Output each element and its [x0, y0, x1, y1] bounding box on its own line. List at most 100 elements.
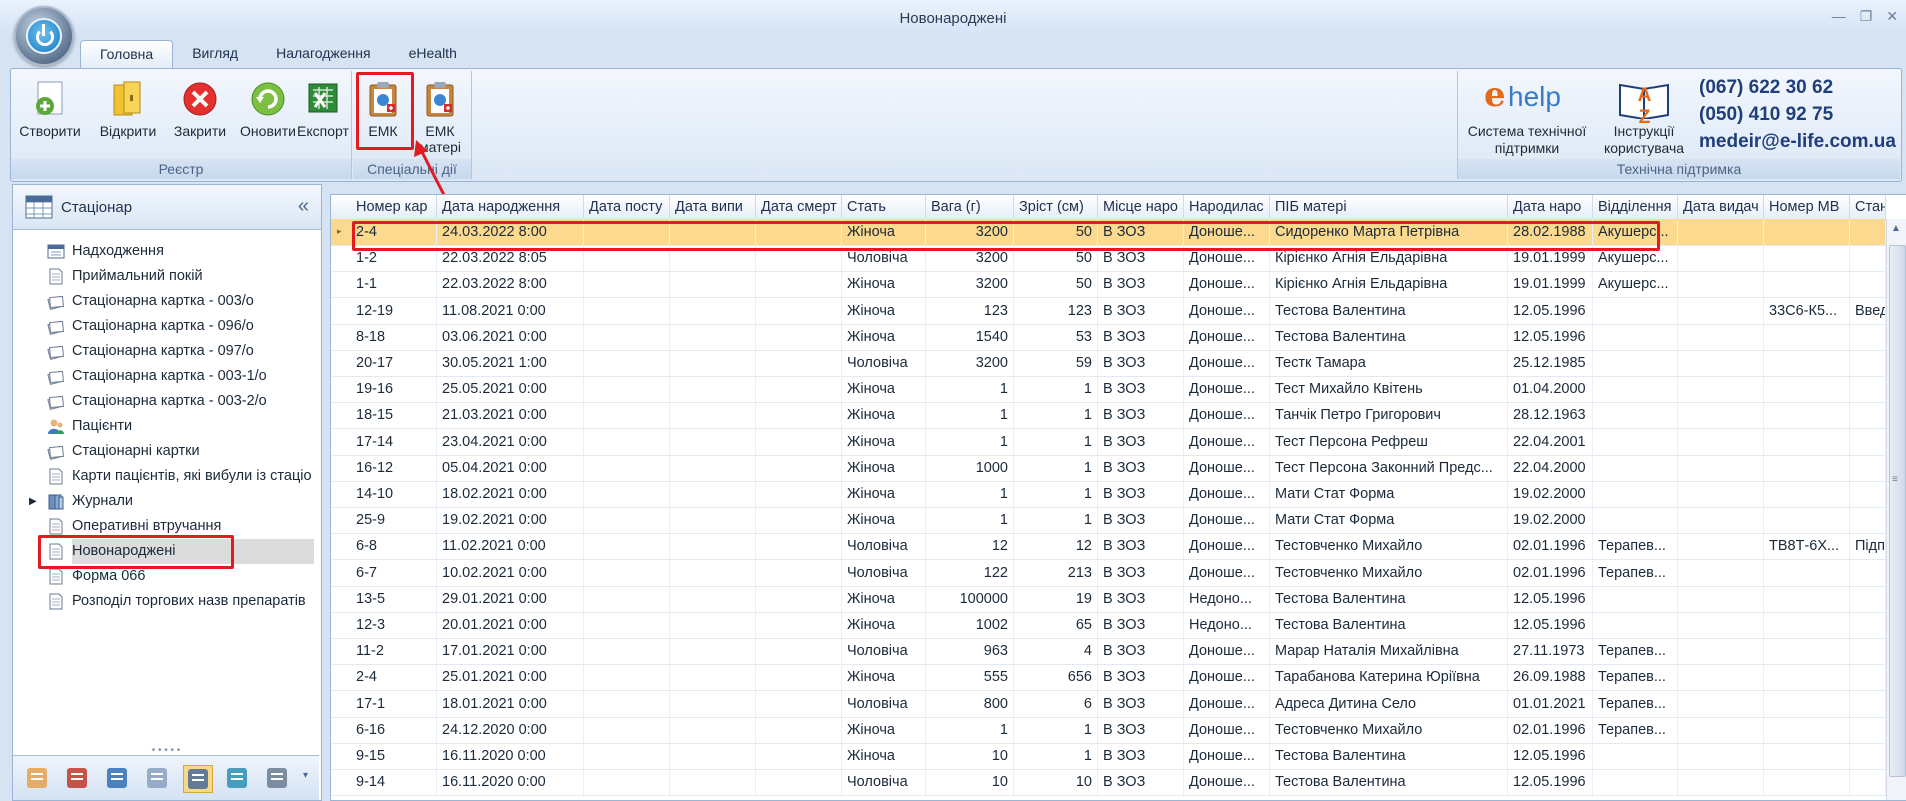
table-cell[interactable]: 123 [926, 297, 1014, 324]
table-cell[interactable] [1593, 376, 1678, 403]
column-header-13[interactable]: Дата видач [1678, 195, 1764, 219]
table-cell[interactable]: 6-7 [351, 559, 437, 586]
table-cell[interactable] [1850, 481, 1886, 507]
table-cell[interactable] [1764, 507, 1850, 534]
table-cell[interactable]: 19.02.2000 [1508, 507, 1593, 534]
table-cell[interactable]: Акушерс... [1593, 271, 1678, 298]
table-cell[interactable]: 50 [1014, 271, 1098, 298]
house-icon[interactable] [263, 765, 291, 791]
table-cell[interactable]: Тест Персона Законний Предс... [1270, 454, 1508, 481]
nav-item-7[interactable]: Пацієнти [13, 414, 319, 439]
table-cell[interactable]: 1002 [926, 612, 1014, 638]
table-cell[interactable]: 1 [926, 402, 1014, 429]
table-cell[interactable]: Жіноча [842, 612, 926, 638]
table-cell[interactable]: Доноше... [1184, 428, 1270, 455]
table-cell[interactable]: 12.05.1996 [1508, 612, 1593, 638]
table-cell[interactable]: 18-15 [351, 402, 437, 429]
table-cell[interactable] [1764, 376, 1850, 403]
table-cell[interactable]: Тестова Валентина [1270, 323, 1508, 350]
table-cell[interactable] [1593, 507, 1678, 534]
table-cell[interactable] [670, 612, 756, 638]
table-cell[interactable]: В ЗОЗ [1098, 769, 1184, 796]
table-cell[interactable]: 10 [1014, 769, 1098, 796]
table-cell[interactable]: 16.11.2020 0:00 [437, 743, 584, 769]
table-cell[interactable] [1678, 297, 1764, 324]
table-cell[interactable]: Тестова Валентина [1270, 743, 1508, 769]
table-cell[interactable] [1593, 585, 1678, 612]
table-cell[interactable]: Доноше... [1184, 481, 1270, 507]
table-row[interactable]: 12-19 11.08.2021 0:00 Жіноча 123 123 В ЗОЗ Дон… [331, 297, 1886, 325]
table-cell[interactable]: Терапев... [1593, 559, 1678, 586]
table-cell[interactable]: 21.03.2021 0:00 [437, 402, 584, 429]
column-header-6[interactable]: Вага (г) [926, 195, 1014, 219]
table-cell[interactable]: Жіноча [842, 585, 926, 612]
table-cell[interactable]: 10.02.2021 0:00 [437, 559, 584, 586]
table-cell[interactable]: В ЗОЗ [1098, 585, 1184, 612]
table-cell[interactable] [584, 323, 670, 350]
table-cell[interactable] [1764, 664, 1850, 691]
table-cell[interactable] [1850, 350, 1886, 376]
table-cell[interactable] [1850, 323, 1886, 350]
table-cell[interactable] [584, 585, 670, 612]
table-cell[interactable]: Доноше... [1184, 350, 1270, 376]
table-cell[interactable]: 1 [926, 507, 1014, 534]
table-cell[interactable]: Жіноча [842, 297, 926, 324]
table-cell[interactable]: 20-17 [351, 350, 437, 376]
table-cell[interactable]: 10 [926, 743, 1014, 769]
table-cell[interactable]: 6 [1014, 690, 1098, 717]
table-cell[interactable]: 1 [926, 376, 1014, 403]
table-cell[interactable] [584, 690, 670, 717]
table-cell[interactable]: 33С6-К5... [1764, 297, 1850, 324]
nav-item-9[interactable]: Карти пацієнтів, які вибули із стаціо [13, 464, 319, 489]
table-cell[interactable]: Жіноча [842, 716, 926, 743]
table-cell[interactable] [1678, 428, 1764, 455]
table-cell[interactable] [756, 559, 842, 586]
nav-item-1[interactable]: Приймальний покій [13, 264, 319, 289]
table-cell[interactable]: В ЗОЗ [1098, 664, 1184, 691]
table-cell[interactable] [1678, 664, 1764, 691]
books-icon[interactable] [63, 765, 91, 791]
column-header-1[interactable]: Дата народження [437, 195, 584, 219]
table-cell[interactable] [756, 612, 842, 638]
table-cell[interactable]: 9-15 [351, 743, 437, 769]
table-cell[interactable] [670, 533, 756, 560]
table-cell[interactable]: Чоловіча [842, 769, 926, 796]
table-cell[interactable] [584, 481, 670, 507]
table-cell[interactable] [1593, 454, 1678, 481]
table-cell[interactable] [1850, 585, 1886, 612]
table-cell[interactable] [1850, 402, 1886, 429]
table-cell[interactable] [1850, 454, 1886, 481]
document-list-icon[interactable] [143, 765, 171, 791]
table-cell[interactable]: 122 [926, 559, 1014, 586]
table-cell[interactable]: Підп [1850, 533, 1886, 560]
table-cell[interactable]: Жіноча [842, 428, 926, 455]
table-cell[interactable]: Танчік Петро Григорович [1270, 402, 1508, 429]
table-cell[interactable]: 1-1 [351, 271, 437, 298]
nav-item-10[interactable]: ▶ Журнали [13, 489, 319, 514]
table-cell[interactable]: Тест Михайло Квітень [1270, 376, 1508, 403]
table-cell[interactable]: 12-19 [351, 297, 437, 324]
table-cell[interactable]: 12 [1014, 533, 1098, 560]
table-cell[interactable] [1850, 559, 1886, 586]
table-cell[interactable] [584, 402, 670, 429]
table-cell[interactable]: Тарабанова Катерина Юріївна [1270, 664, 1508, 691]
table-cell[interactable]: Тестовченко Михайло [1270, 559, 1508, 586]
table-cell[interactable] [670, 716, 756, 743]
table-cell[interactable] [756, 428, 842, 455]
table-cell[interactable] [1764, 454, 1850, 481]
table-row[interactable]: 18-15 21.03.2021 0:00 Жіноча 1 1 В ЗОЗ Доноше.… [331, 402, 1886, 430]
column-header-9[interactable]: Народилас [1184, 195, 1270, 219]
table-cell[interactable] [670, 376, 756, 403]
table-cell[interactable]: Чоловіча [842, 638, 926, 665]
table-cell[interactable]: 555 [926, 664, 1014, 691]
table-cell[interactable] [1678, 350, 1764, 376]
table-cell[interactable]: 01.04.2000 [1508, 376, 1593, 403]
table-cell[interactable]: В ЗОЗ [1098, 716, 1184, 743]
table-cell[interactable] [1850, 638, 1886, 665]
table-cell[interactable]: 19.01.1999 [1508, 271, 1593, 298]
more-modules-icon[interactable]: ▾ [303, 770, 308, 781]
table-cell[interactable]: В ЗОЗ [1098, 402, 1184, 429]
table-cell[interactable] [584, 743, 670, 769]
nav-item-14[interactable]: Розподіл торгових назв препаратів [13, 589, 319, 614]
column-header-7[interactable]: Зріст (см) [1014, 195, 1098, 219]
